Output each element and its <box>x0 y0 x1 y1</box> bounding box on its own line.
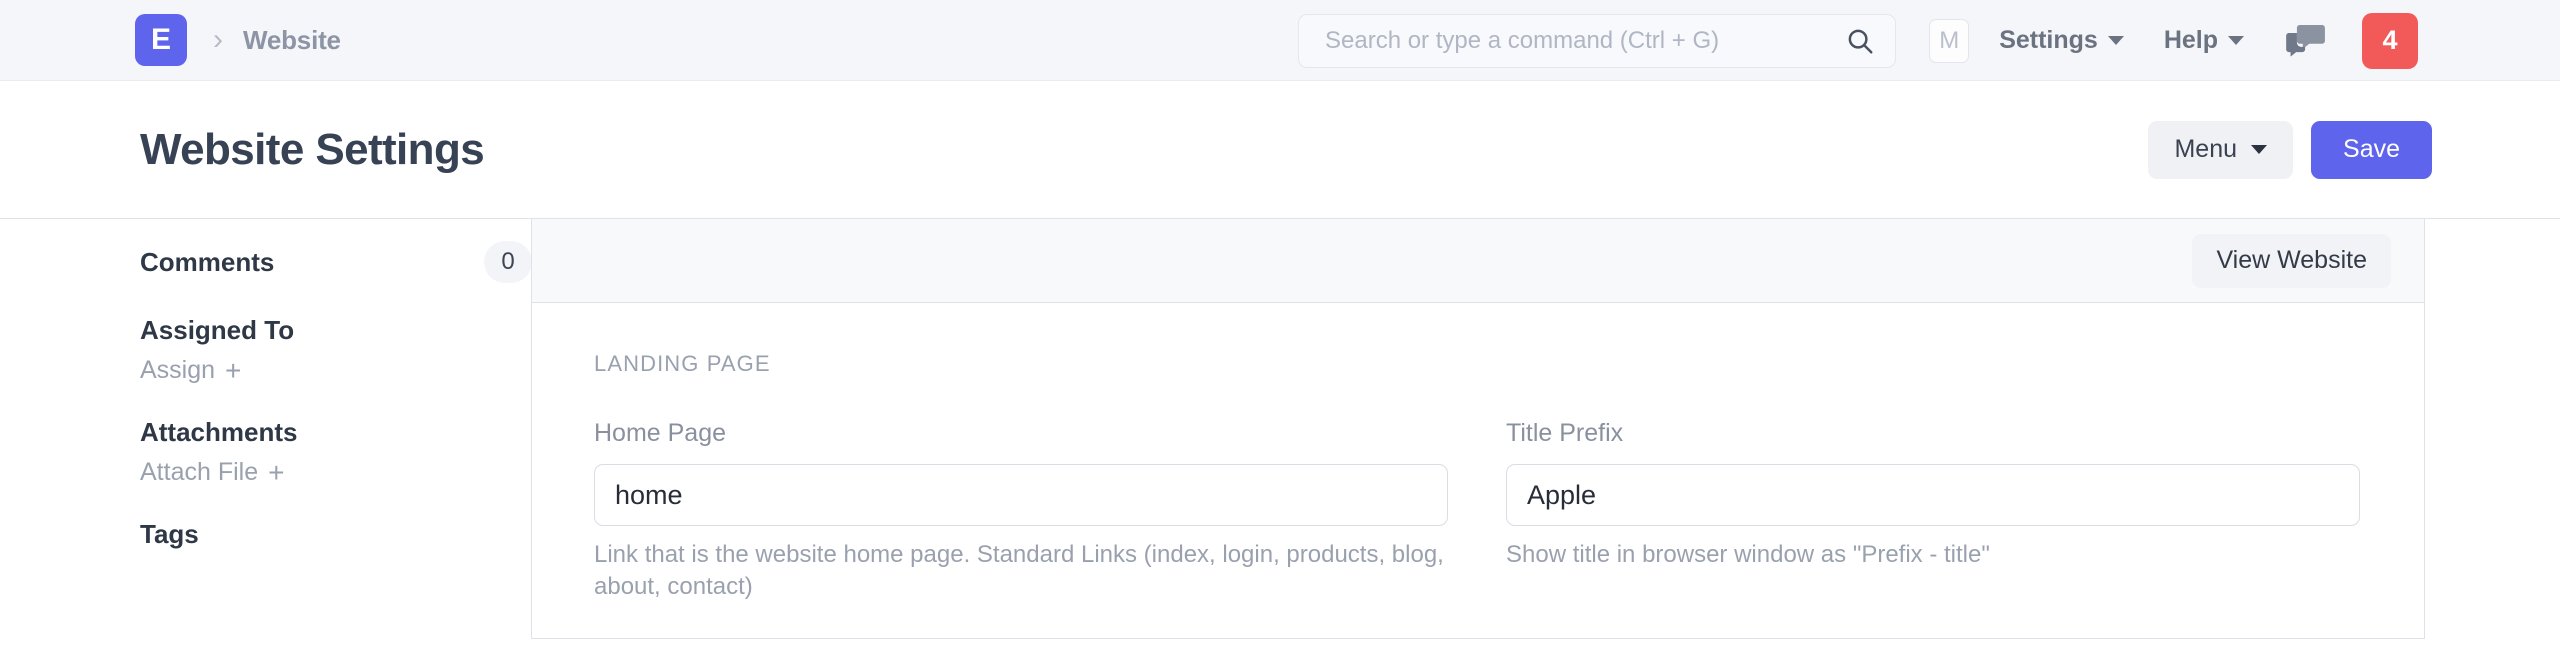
navbar-left-group: E › Website <box>0 14 341 66</box>
chat-bubbles-icon[interactable] <box>2284 21 2328 61</box>
user-avatar[interactable]: M <box>1929 18 1970 63</box>
chevron-down-icon <box>2228 36 2244 45</box>
field-grid: Home Page Link that is the website home … <box>594 419 2362 604</box>
plus-icon: + <box>225 354 242 386</box>
field-home-page: Home Page Link that is the website home … <box>594 419 1448 604</box>
section-label-landing-page: LANDING PAGE <box>594 351 771 376</box>
tags-label: Tags <box>140 519 199 549</box>
search-input[interactable] <box>1325 27 1845 55</box>
settings-label: Settings <box>1999 26 2098 54</box>
attach-file-label: Attach File <box>140 458 259 486</box>
home-page-label: Home Page <box>594 419 727 447</box>
sidebar-item-comments[interactable]: Comments 0 <box>140 241 532 283</box>
notification-badge[interactable]: 4 <box>2362 12 2418 69</box>
chevron-down-icon <box>2107 36 2124 45</box>
title-prefix-input[interactable] <box>1506 464 2360 526</box>
sidebar-section-assigned-to: Assigned To Assign + <box>140 315 532 385</box>
plus-icon: + <box>268 456 285 488</box>
title-prefix-label: Title Prefix <box>1506 419 1624 447</box>
form-card-toolbar: View Website <box>532 219 2424 303</box>
sidebar-section-attachments: Attachments Attach File + <box>140 417 532 487</box>
comments-count-badge: 0 <box>484 241 532 283</box>
assign-label: Assign <box>140 356 216 384</box>
navbar-right-group: M Settings Help 4 <box>1929 0 2418 81</box>
attach-file-button[interactable]: Attach File + <box>140 458 532 487</box>
home-page-help-text: Link that is the website home page. Stan… <box>594 541 1444 601</box>
comments-label: Comments <box>140 246 275 277</box>
form-card: View Website LANDING PAGE Home Page Link… <box>531 219 2425 639</box>
page-header-actions: Menu Save <box>2148 120 2432 179</box>
page-title: Website Settings <box>140 124 485 174</box>
settings-dropdown[interactable]: Settings <box>1999 26 2124 55</box>
global-search-wrapper <box>1298 14 1896 68</box>
field-title-prefix: Title Prefix Show title in browser windo… <box>1506 419 2360 604</box>
breadcrumb-website-link[interactable]: Website <box>243 25 341 56</box>
app-logo-icon[interactable]: E <box>135 14 187 66</box>
help-label: Help <box>2163 26 2218 54</box>
title-prefix-help-text: Show title in browser window as "Prefix … <box>1506 541 1990 568</box>
help-dropdown[interactable]: Help <box>2164 26 2244 55</box>
page-header: Website Settings Menu Save <box>0 81 2560 219</box>
menu-button-label: Menu <box>2174 135 2238 163</box>
search-icon <box>1848 29 1873 54</box>
chevron-right-icon: › <box>213 23 223 56</box>
menu-button[interactable]: Menu <box>2148 120 2294 179</box>
page-body: Comments 0 Assigned To Assign + Attachme… <box>0 219 2560 652</box>
sidebar-section-tags[interactable]: Tags <box>140 519 532 550</box>
view-website-button[interactable]: View Website <box>2192 233 2391 288</box>
form-sidebar: Comments 0 Assigned To Assign + Attachme… <box>140 241 532 550</box>
home-page-input[interactable] <box>594 464 1448 526</box>
save-button[interactable]: Save <box>2311 120 2432 179</box>
global-search-box[interactable] <box>1298 14 1896 68</box>
chevron-down-icon <box>2251 145 2268 154</box>
form-card-content: LANDING PAGE Home Page Link that is the … <box>532 303 2424 604</box>
assigned-to-label: Assigned To <box>140 315 295 345</box>
assign-button[interactable]: Assign + <box>140 356 532 385</box>
attachments-label: Attachments <box>140 417 298 447</box>
top-navbar: E › Website M Settings Help 4 <box>0 0 2560 81</box>
